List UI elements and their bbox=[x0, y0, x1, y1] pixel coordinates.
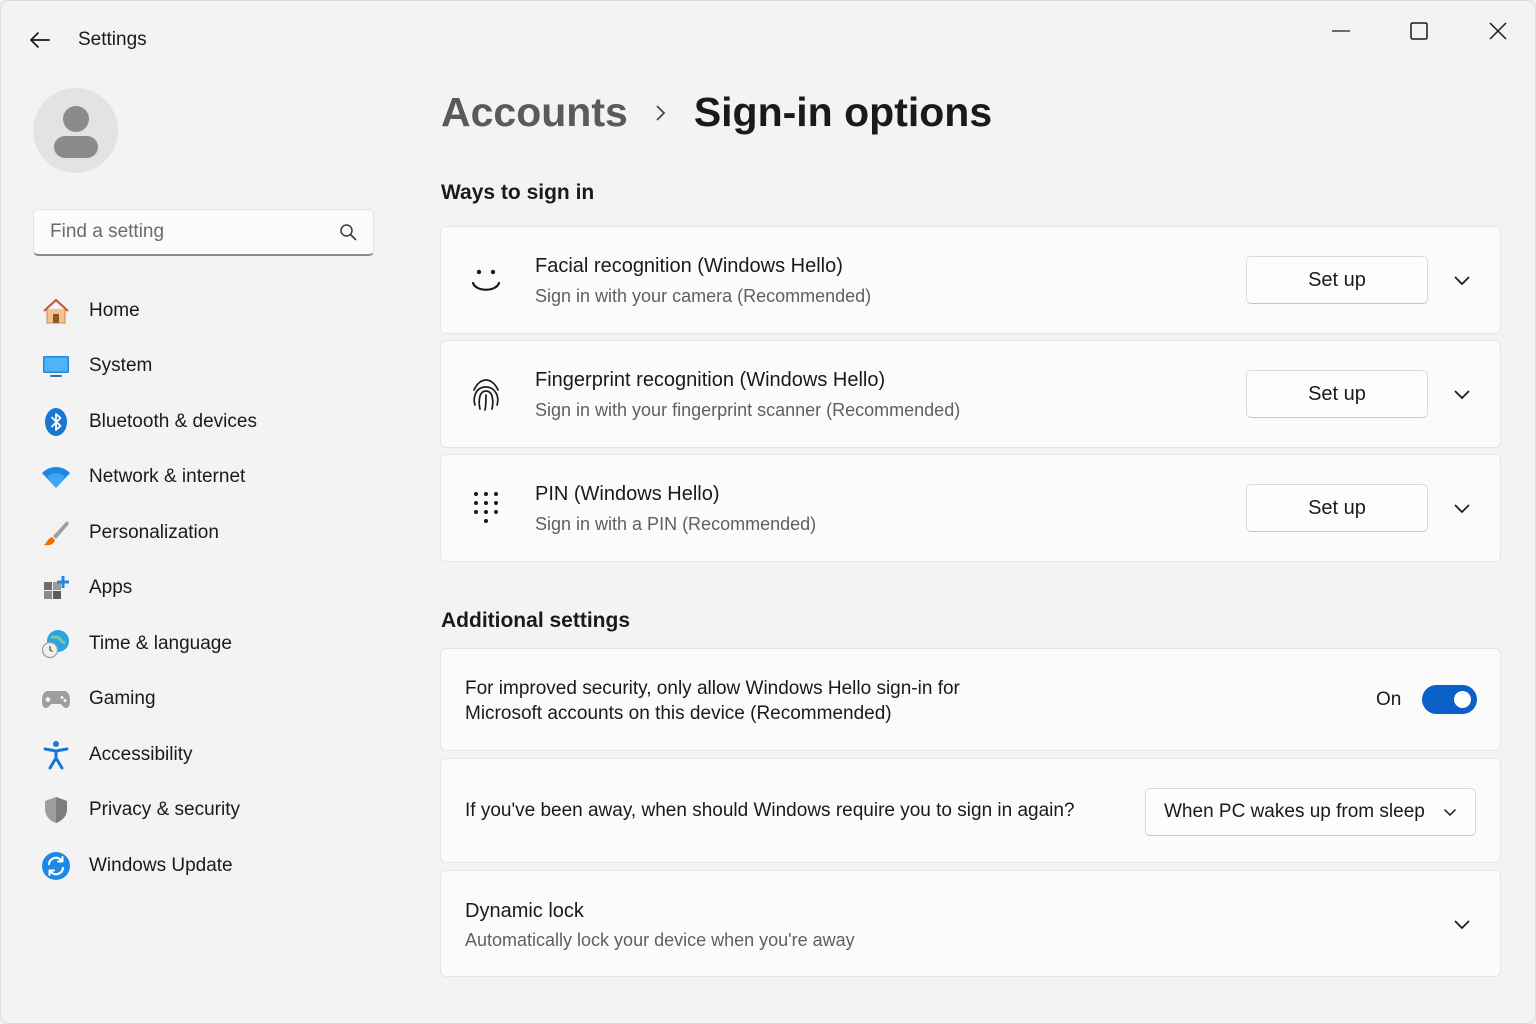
sidebar-item-network[interactable]: Network & internet bbox=[33, 450, 378, 506]
sidebar-item-gaming[interactable]: Gaming bbox=[33, 672, 378, 728]
sidebar-item-label: Personalization bbox=[89, 521, 219, 543]
app-title: Settings bbox=[78, 29, 147, 50]
search-box[interactable] bbox=[33, 209, 374, 256]
fingerprint-icon bbox=[469, 378, 503, 412]
chevron-down-icon[interactable] bbox=[1447, 265, 1477, 295]
dynamic-lock-card[interactable]: Dynamic lock Automatically lock your dev… bbox=[440, 870, 1501, 977]
sidebar-item-system[interactable]: System bbox=[33, 339, 378, 395]
sidebar-item-privacy-security[interactable]: Privacy & security bbox=[33, 783, 378, 839]
sidebar-item-bluetooth[interactable]: Bluetooth & devices bbox=[33, 394, 378, 450]
card-title: PIN (Windows Hello) bbox=[535, 483, 720, 505]
update-icon bbox=[41, 851, 71, 881]
system-icon bbox=[41, 351, 71, 381]
sidebar-item-label: Gaming bbox=[89, 688, 156, 710]
fingerprint-recognition-card[interactable]: Fingerprint recognition (Windows Hello) … bbox=[440, 340, 1501, 448]
minimize-icon bbox=[1332, 30, 1350, 32]
home-icon bbox=[41, 296, 71, 326]
face-icon bbox=[469, 264, 503, 298]
fingerprint-setup-button[interactable]: Set up bbox=[1246, 370, 1428, 418]
toggle-state-label: On bbox=[1376, 689, 1402, 710]
sidebar-item-label: Home bbox=[89, 299, 140, 321]
back-button[interactable] bbox=[25, 25, 55, 55]
chevron-down-icon[interactable] bbox=[1447, 909, 1477, 939]
sidebar-item-label: Windows Update bbox=[89, 854, 233, 876]
wifi-icon bbox=[41, 462, 71, 492]
sidebar-item-accessibility[interactable]: Accessibility bbox=[33, 727, 378, 783]
sidebar-item-label: Privacy & security bbox=[89, 799, 240, 821]
sidebar-item-label: System bbox=[89, 355, 153, 377]
sidebar-item-label: Time & language bbox=[89, 632, 232, 654]
sidebar-item-label: Network & internet bbox=[89, 466, 246, 488]
apps-icon bbox=[41, 573, 71, 603]
search-input[interactable] bbox=[50, 221, 339, 243]
sidebar-item-apps[interactable]: Apps bbox=[33, 561, 378, 617]
user-icon bbox=[53, 105, 98, 158]
card-title: Facial recognition (Windows Hello) bbox=[535, 255, 843, 277]
card-subtitle: Automatically lock your device when you'… bbox=[465, 930, 855, 950]
minimize-button[interactable] bbox=[1318, 15, 1364, 47]
sidebar-item-label: Accessibility bbox=[89, 743, 193, 765]
settings-window: Settings Home System bbox=[0, 0, 1536, 1024]
pin-keypad-icon bbox=[469, 491, 503, 525]
chevron-down-icon bbox=[1443, 808, 1457, 817]
page-title: Sign-in options bbox=[693, 89, 993, 135]
card-subtitle: Sign in with a PIN (Recommended) bbox=[535, 514, 817, 534]
sidebar-item-time-language[interactable]: Time & language bbox=[33, 616, 378, 672]
chevron-right-icon bbox=[654, 103, 668, 123]
section-heading-additional: Additional settings bbox=[441, 609, 630, 632]
maximize-icon bbox=[1410, 22, 1428, 40]
card-title: Fingerprint recognition (Windows Hello) bbox=[535, 369, 886, 391]
sidebar-item-home[interactable]: Home bbox=[33, 283, 378, 339]
sidebar-item-label: Bluetooth & devices bbox=[89, 410, 257, 432]
sidebar-item-personalization[interactable]: Personalization bbox=[33, 505, 378, 561]
require-signin-text: If you've been away, when should Windows… bbox=[465, 800, 1075, 821]
hello-only-toggle[interactable] bbox=[1422, 685, 1477, 714]
pin-card[interactable]: PIN (Windows Hello) Sign in with a PIN (… bbox=[440, 454, 1501, 562]
hello-only-text-line1: For improved security, only allow Window… bbox=[465, 678, 960, 699]
sidebar-item-windows-update[interactable]: Windows Update bbox=[33, 838, 378, 894]
avatar[interactable] bbox=[33, 88, 118, 173]
gamepad-icon bbox=[41, 684, 71, 714]
maximize-button[interactable] bbox=[1396, 15, 1442, 47]
pin-setup-button[interactable]: Set up bbox=[1246, 484, 1428, 532]
breadcrumb: Accounts Sign-in options bbox=[441, 89, 992, 136]
shield-icon bbox=[41, 795, 71, 825]
card-subtitle: Sign in with your camera (Recommended) bbox=[535, 286, 872, 306]
sidebar-item-label: Apps bbox=[89, 577, 133, 599]
section-heading-ways: Ways to sign in bbox=[441, 181, 595, 204]
close-button[interactable] bbox=[1475, 15, 1521, 47]
chevron-down-icon[interactable] bbox=[1447, 493, 1477, 523]
card-title: Dynamic lock bbox=[465, 900, 584, 922]
chevron-down-icon[interactable] bbox=[1447, 379, 1477, 409]
accessibility-icon bbox=[41, 740, 71, 770]
dropdown-selected-value: When PC wakes up from sleep bbox=[1164, 801, 1425, 822]
facial-recognition-card[interactable]: Facial recognition (Windows Hello) Sign … bbox=[440, 226, 1501, 334]
back-arrow-icon bbox=[30, 32, 50, 48]
toggle-knob bbox=[1454, 691, 1471, 708]
hello-only-text-line2: Microsoft accounts on this device (Recom… bbox=[465, 703, 892, 724]
bluetooth-icon bbox=[41, 407, 71, 437]
breadcrumb-parent[interactable]: Accounts bbox=[441, 89, 628, 136]
globe-clock-icon bbox=[41, 629, 71, 659]
brush-icon bbox=[41, 518, 71, 548]
close-icon bbox=[1489, 22, 1507, 40]
facial-setup-button[interactable]: Set up bbox=[1246, 256, 1428, 304]
card-subtitle: Sign in with your fingerprint scanner (R… bbox=[535, 400, 961, 420]
sidebar-nav: Home System Bluetooth & devices Network … bbox=[33, 283, 378, 894]
require-signin-dropdown[interactable]: When PC wakes up from sleep bbox=[1145, 788, 1476, 836]
require-signin-card: If you've been away, when should Windows… bbox=[440, 758, 1501, 863]
hello-only-card: For improved security, only allow Window… bbox=[440, 648, 1501, 751]
search-icon[interactable] bbox=[339, 223, 357, 241]
